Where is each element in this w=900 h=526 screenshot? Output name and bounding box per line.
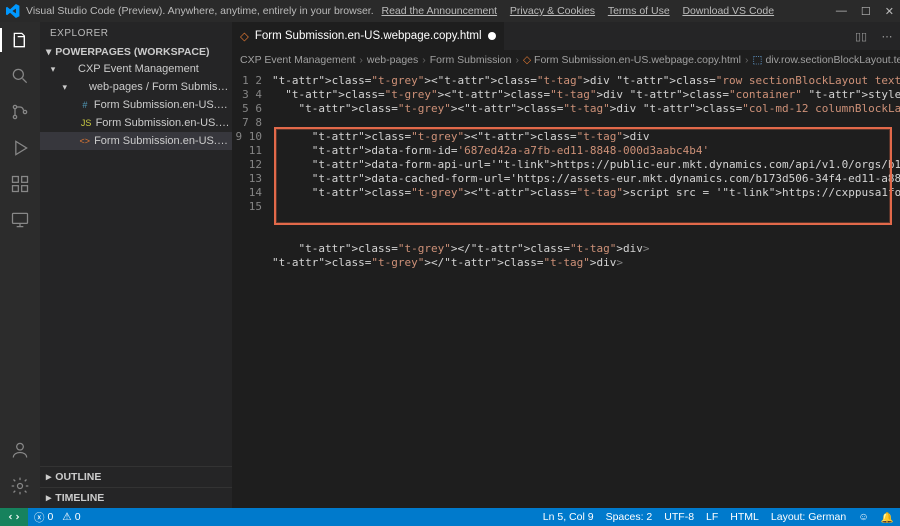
status-remote[interactable] [0, 508, 28, 526]
activity-explorer[interactable] [0, 28, 40, 52]
title-bar: Visual Studio Code (Preview). Anywhere, … [0, 0, 900, 22]
code-editor[interactable]: 1 2 3 4 5 6 7 8 9 10 11 12 13 14 15 "t-a… [232, 70, 900, 508]
title-link-privacy[interactable]: Privacy & Cookies [510, 5, 595, 17]
status-encoding[interactable]: UTF-8 [658, 511, 700, 523]
dirty-indicator-icon [488, 32, 496, 40]
chevron-down-icon: ▾ [46, 46, 51, 58]
folder-file-icon [60, 62, 74, 76]
vscode-logo-icon [6, 4, 20, 18]
html-file-icon: ◇ [240, 29, 249, 43]
tree-item-label: Form Submission.en-US.webpage.copy... [94, 135, 232, 147]
tree-item[interactable]: # Form Submission.en-US.customcss.css [40, 96, 232, 114]
chevron-right-icon: ▸ [46, 471, 51, 483]
activity-search[interactable] [8, 64, 32, 88]
activity-remote[interactable] [8, 208, 32, 232]
js-file-icon: JS [81, 116, 92, 130]
sidebar-title: EXPLORER [40, 22, 232, 44]
status-bell-icon[interactable]: 🔔 [875, 511, 900, 524]
close-icon[interactable]: ✕ [885, 5, 894, 18]
symbol-icon: ⬚ [753, 54, 763, 66]
tree-item-label: Form Submission.en-US.customjs.js [96, 117, 232, 129]
title-link-terms[interactable]: Terms of Use [608, 5, 670, 17]
tree-item-label: web-pages / Form Submission [89, 81, 232, 93]
breadcrumb-item[interactable]: Form Submission [430, 54, 512, 66]
status-language[interactable]: HTML [724, 511, 765, 523]
tree-item-label: CXP Event Management [78, 63, 199, 75]
activity-bar [0, 22, 40, 508]
code-content[interactable]: "t-attr">class="t-grey"><"t-attr">class=… [272, 70, 900, 508]
tree-item[interactable]: ▾ CXP Event Management [40, 60, 232, 78]
breadcrumb-item[interactable]: CXP Event Management [240, 54, 355, 66]
html-file-icon: ◇ [523, 54, 531, 66]
more-actions-icon[interactable]: ⋯ [874, 22, 900, 50]
sidebar-timeline-header[interactable]: ▸TIMELINE [40, 487, 232, 508]
breadcrumb-item[interactable]: ⬚div.row.sectionBlockLayout.text-left [753, 54, 900, 66]
chevron-icon: ▾ [46, 64, 60, 75]
line-gutter: 1 2 3 4 5 6 7 8 9 10 11 12 13 14 15 [232, 70, 272, 508]
tree-item-label: Form Submission.en-US.customcss.css [94, 99, 232, 111]
minimize-icon[interactable]: — [836, 5, 847, 18]
split-editor-icon[interactable]: ▯▯ [848, 22, 874, 50]
status-layout[interactable]: Layout: German [765, 511, 852, 523]
tab-bar: ◇ Form Submission.en-US.webpage.copy.htm… [232, 22, 900, 50]
folder-file-icon [71, 80, 84, 94]
status-indent[interactable]: Spaces: 2 [600, 511, 659, 523]
editor-group: ◇ Form Submission.en-US.webpage.copy.htm… [232, 22, 900, 508]
title-product: Visual Studio Code (Preview). Anywhere, … [26, 5, 374, 17]
status-problems[interactable]: ⓧ0 ⚠0 [28, 510, 87, 525]
sidebar-workspace-header[interactable]: ▾ POWERPAGES (WORKSPACE) [40, 44, 232, 60]
warning-icon: ⚠ [62, 511, 71, 523]
css-file-icon: # [80, 98, 90, 112]
breadcrumb-item[interactable]: web-pages [367, 54, 418, 66]
activity-settings[interactable] [8, 474, 32, 498]
tab-active[interactable]: ◇ Form Submission.en-US.webpage.copy.htm… [232, 22, 505, 50]
status-eol[interactable]: LF [700, 511, 724, 523]
status-feedback-icon[interactable]: ☺ [852, 511, 875, 523]
tree-item[interactable]: <>Form Submission.en-US.webpage.copy... [40, 132, 232, 150]
sidebar: EXPLORER ▾ POWERPAGES (WORKSPACE) ▾ CXP E… [40, 22, 232, 508]
status-cursor-pos[interactable]: Ln 5, Col 9 [537, 511, 600, 523]
activity-extensions[interactable] [8, 172, 32, 196]
breadcrumbs[interactable]: CXP Event Management›web-pages›Form Subm… [232, 50, 900, 70]
tree-item[interactable]: ▾ web-pages / Form Submission [40, 78, 232, 96]
chevron-icon: ▾ [58, 82, 71, 93]
breadcrumb-item[interactable]: ◇Form Submission.en-US.webpage.copy.html [523, 54, 741, 66]
file-tree: ▾ CXP Event Management ▾ web-pages / Form S… [40, 60, 232, 156]
title-link-announcement[interactable]: Read the Announcement [381, 5, 497, 17]
activity-account[interactable] [8, 438, 32, 462]
html-file-icon: <> [80, 134, 91, 148]
tab-label: Form Submission.en-US.webpage.copy.html [255, 30, 482, 42]
error-icon: ⓧ [34, 510, 45, 525]
sidebar-outline-header[interactable]: ▸OUTLINE [40, 466, 232, 487]
maximize-icon[interactable]: ☐ [861, 5, 871, 18]
chevron-right-icon: ▸ [46, 492, 51, 504]
activity-source-control[interactable] [8, 100, 32, 124]
activity-debug[interactable] [8, 136, 32, 160]
title-link-download[interactable]: Download VS Code [682, 5, 774, 17]
status-bar: ⓧ0 ⚠0 Ln 5, Col 9 Spaces: 2 UTF-8 LF HTM… [0, 508, 900, 526]
tree-item[interactable]: JS Form Submission.en-US.customjs.js [40, 114, 232, 132]
